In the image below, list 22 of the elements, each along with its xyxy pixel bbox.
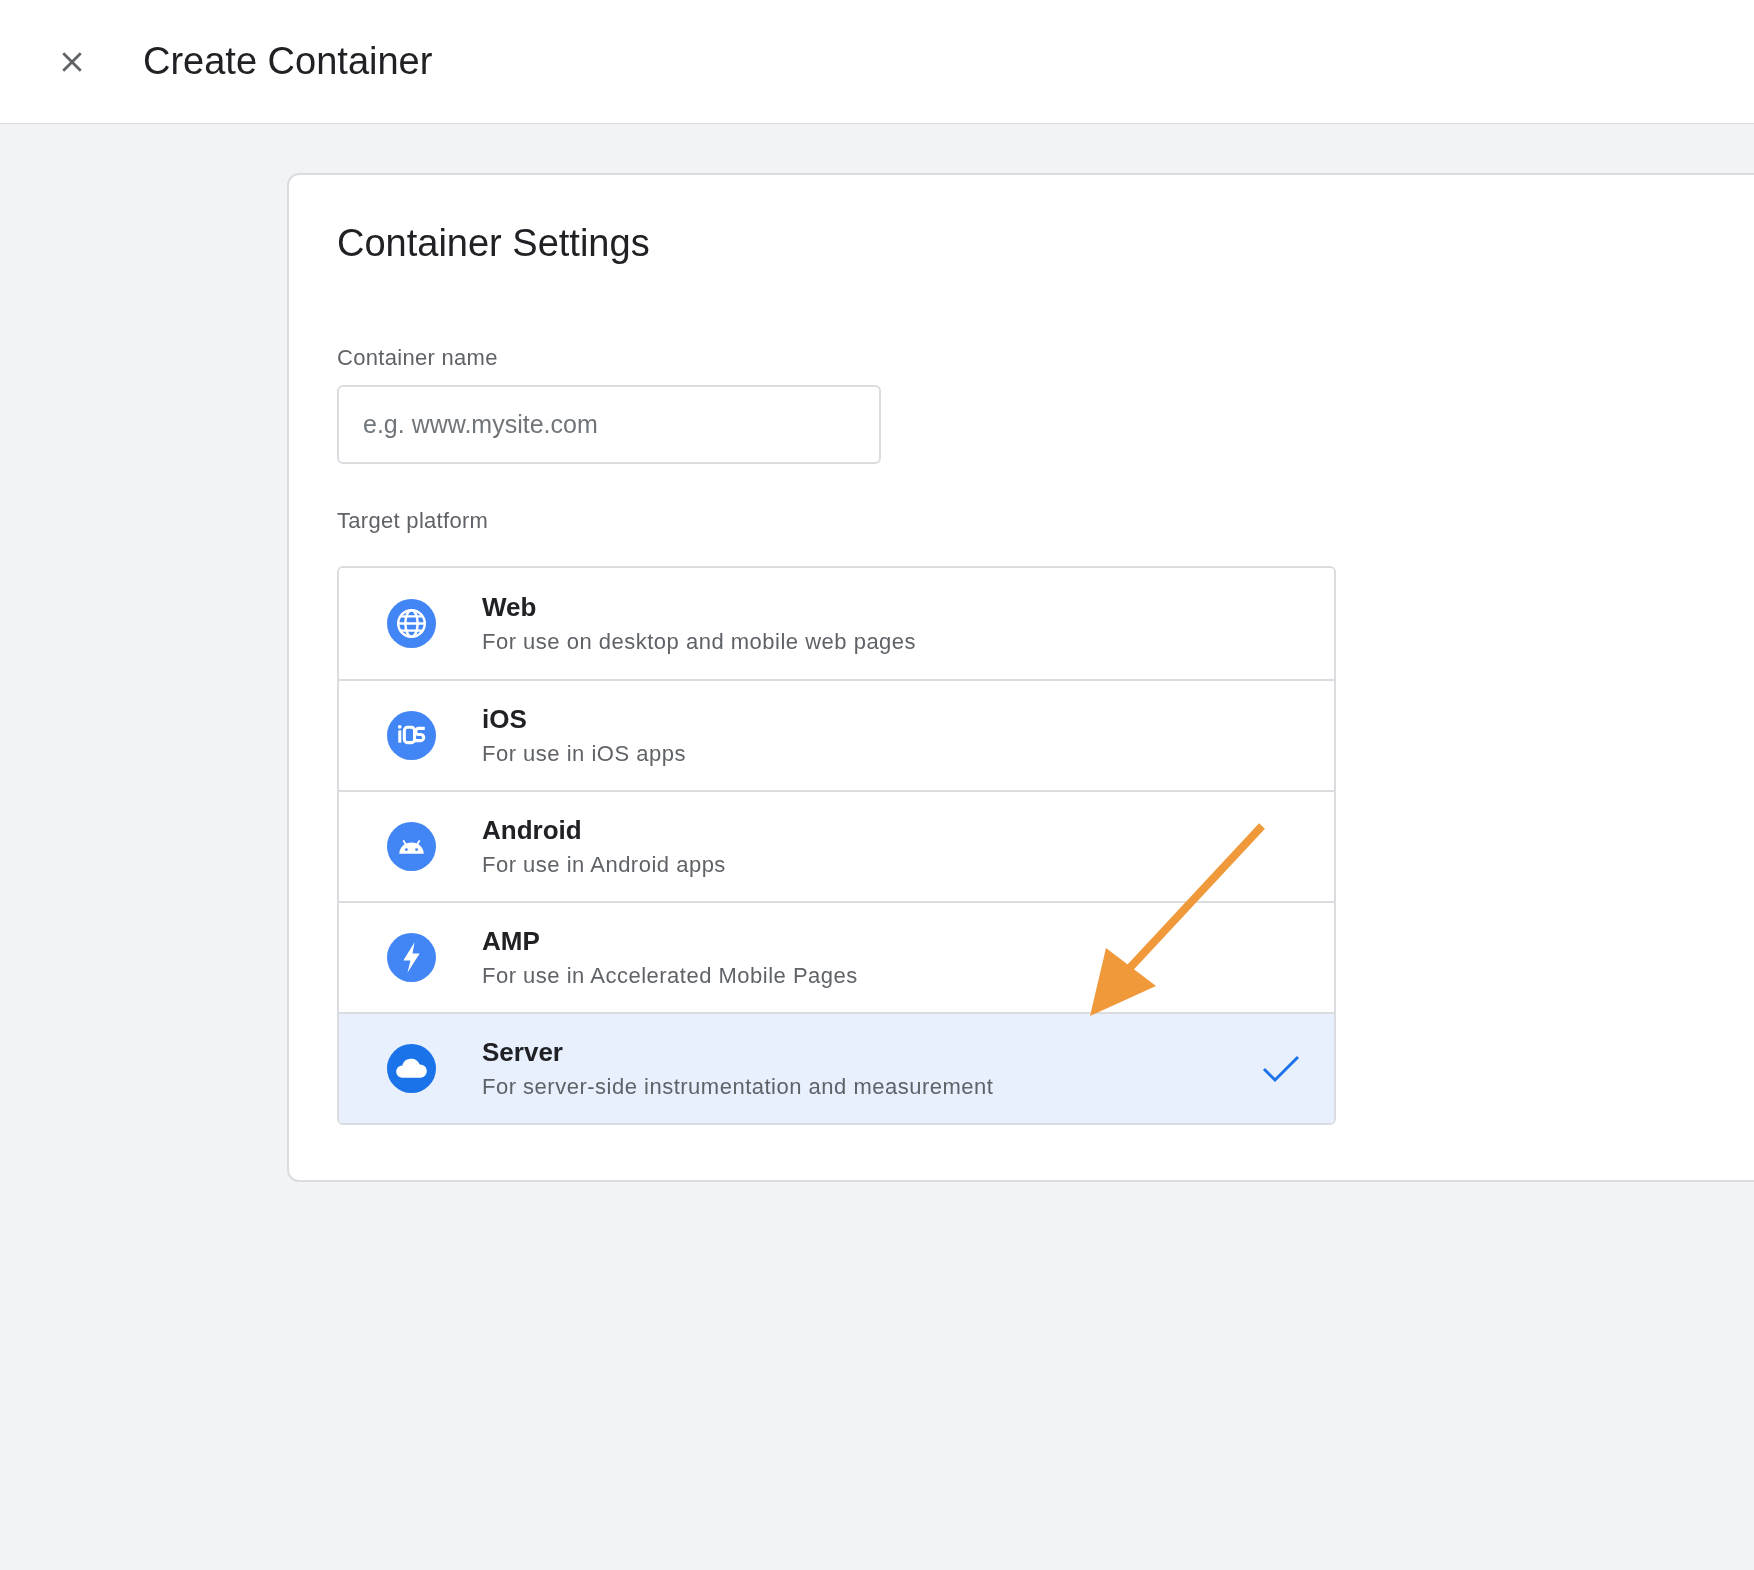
option-description: For use in Accelerated Mobile Pages	[482, 963, 859, 989]
option-description: For use on desktop and mobile web pages	[482, 629, 918, 655]
cloud-icon	[387, 1044, 436, 1093]
page-title: Create Container	[143, 40, 433, 83]
option-title: Server	[482, 1037, 564, 1068]
option-title: AMP	[482, 926, 541, 957]
checkmark-icon	[1262, 1053, 1300, 1084]
ios-icon	[387, 711, 436, 760]
platform-option[interactable]: Server For server-side instrumentation and measurement	[339, 1012, 1334, 1123]
field-label: Target platform	[337, 508, 490, 534]
card-heading: Container Settings	[337, 222, 651, 265]
container-name-field[interactable]: e.g. www.mysite.com	[337, 385, 881, 464]
android-icon	[387, 822, 436, 871]
field-label: Container name	[337, 345, 499, 371]
globe-icon	[387, 599, 436, 648]
option-title: Web	[482, 592, 538, 623]
lightning-icon	[387, 933, 436, 982]
option-description: For use in iOS apps	[482, 741, 687, 767]
option-description: For use in Android apps	[482, 852, 727, 878]
option-description: For server-side instrumentation and measurement	[482, 1074, 995, 1100]
option-title: iOS	[482, 704, 528, 735]
option-title: Android	[482, 815, 583, 846]
